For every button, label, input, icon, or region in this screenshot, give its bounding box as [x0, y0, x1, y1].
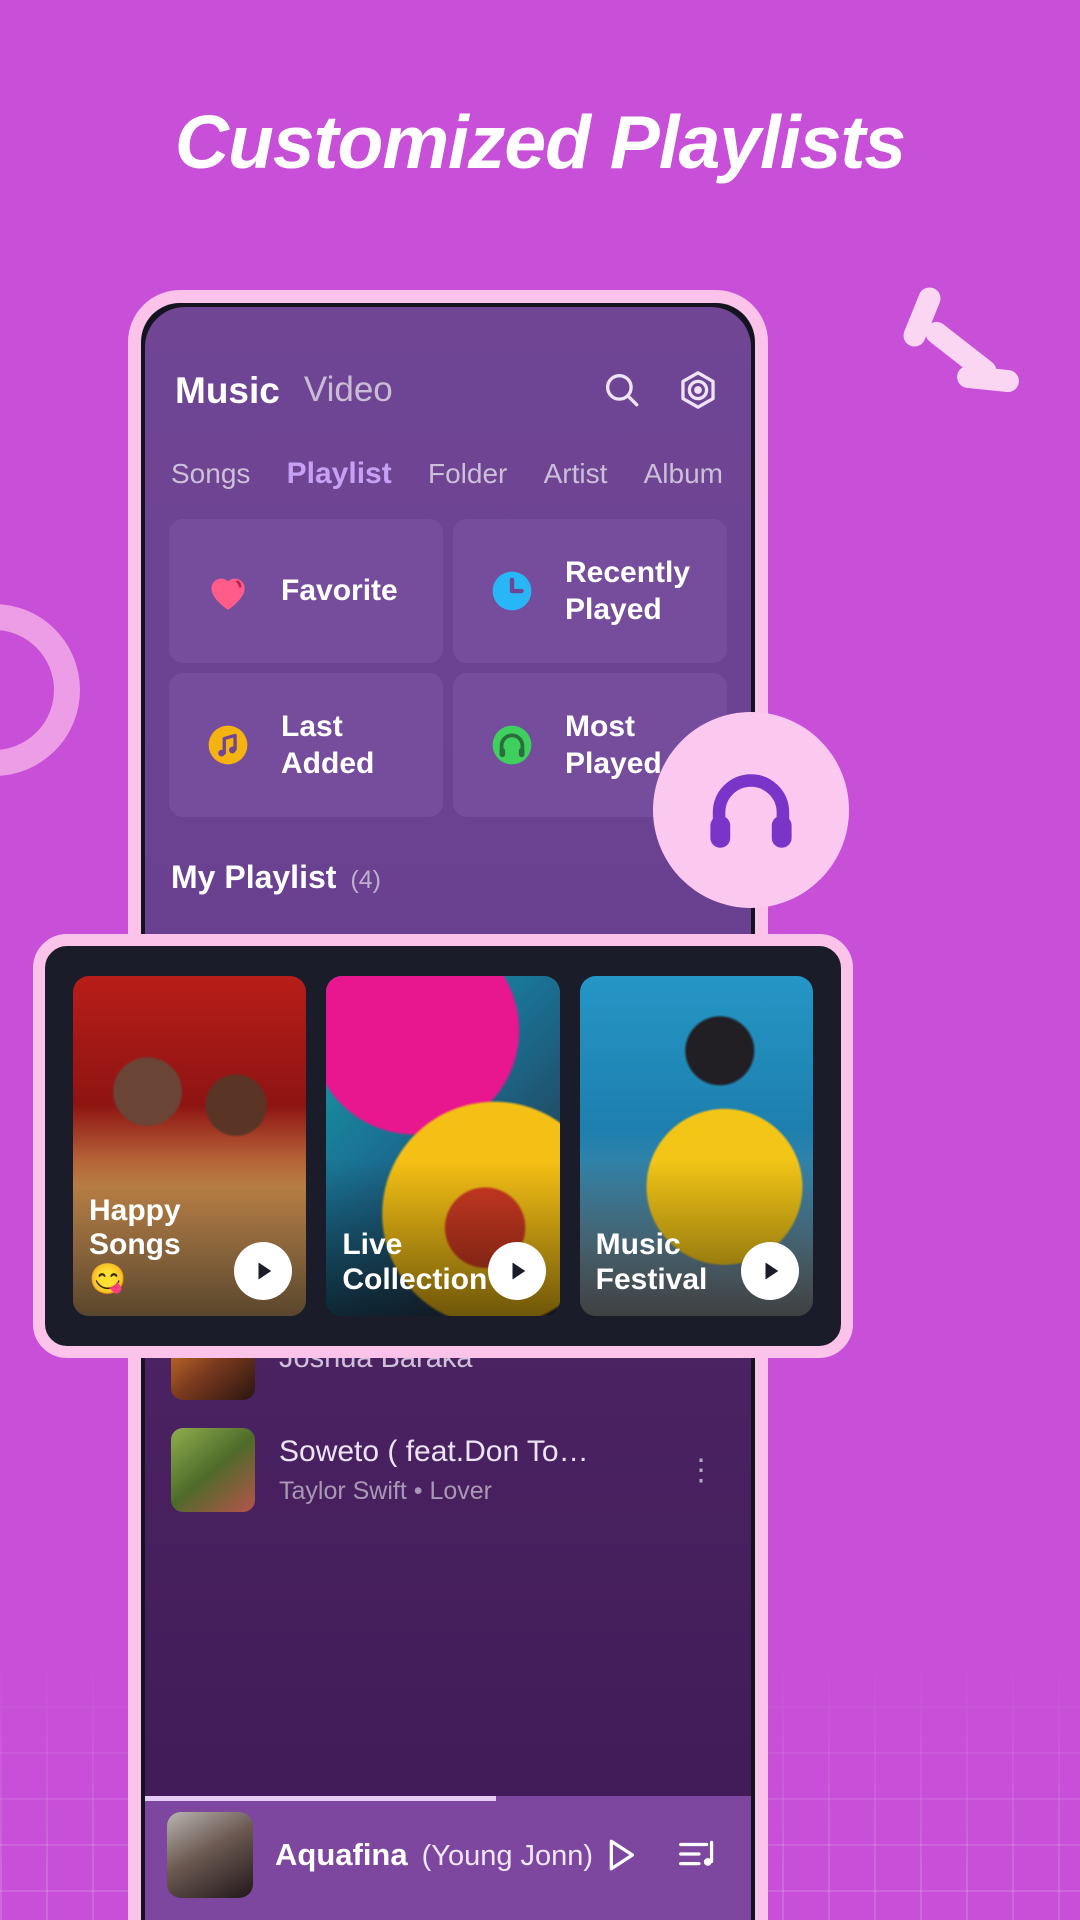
sparkle-line-icon	[956, 364, 1020, 394]
tab-music[interactable]: Music	[169, 372, 286, 415]
now-playing-bar[interactable]: Aquafina (Young Jonn)	[145, 1796, 751, 1920]
app-bar: Music Video	[145, 307, 751, 417]
my-playlist-count: (4)	[350, 866, 381, 894]
now-playing-title: Aquafina	[275, 1837, 408, 1872]
settings-hexagon-icon[interactable]	[671, 363, 725, 417]
play-icon[interactable]	[740, 1242, 799, 1300]
playlist-card-title: Live Collection	[342, 1228, 488, 1297]
more-vertical-icon[interactable]: ⋮	[678, 1453, 725, 1488]
music-note-circle-icon	[203, 720, 253, 770]
album-art-thumbnail	[171, 1428, 255, 1512]
song-subtitle: Taylor Swift • Lover	[279, 1476, 492, 1505]
playlist-queue-icon[interactable]	[669, 1827, 725, 1883]
now-playing-album-art	[167, 1812, 253, 1898]
quick-card-label: Last Added	[281, 709, 375, 781]
play-icon[interactable]	[487, 1242, 546, 1300]
tab-artist[interactable]: Artist	[544, 458, 608, 490]
song-title: Soweto ( feat.Don To…	[279, 1434, 589, 1468]
tab-video[interactable]: Video	[304, 370, 393, 410]
playlist-card-happy-songs[interactable]: Happy Songs 😋	[73, 976, 307, 1316]
tab-folder[interactable]: Folder	[428, 458, 507, 490]
playlist-cards-panel: Happy Songs 😋 Live Collection Music Fest…	[33, 934, 853, 1358]
quick-card-label: Recently Played	[565, 555, 691, 627]
play-icon[interactable]	[234, 1242, 293, 1300]
circle-ring-decoration	[0, 604, 80, 776]
headphone-badge	[653, 712, 849, 908]
song-meta: Soweto ( feat.Don To… Taylor Swift • Lov…	[279, 1435, 654, 1506]
tab-songs[interactable]: Songs	[171, 458, 250, 490]
quick-card-last-added[interactable]: Last Added	[169, 673, 443, 817]
quick-card-recently-played[interactable]: Recently Played	[453, 519, 727, 663]
playback-progress-bar[interactable]	[145, 1796, 497, 1801]
headphones-circle-icon	[487, 720, 537, 770]
playlist-card-title: Happy Songs 😋	[89, 1193, 181, 1297]
clock-icon	[487, 566, 537, 616]
tab-album[interactable]: Album	[644, 458, 723, 490]
playlist-card-title: Music Festival	[595, 1228, 708, 1297]
tab-playlist[interactable]: Playlist	[287, 457, 392, 491]
page-title: Customized Playlists	[174, 100, 906, 184]
quick-card-favorite[interactable]: Favorite	[169, 519, 443, 663]
now-playing-artist: (Young Jonn)	[421, 1840, 594, 1872]
playlist-card-music-festival[interactable]: Music Festival	[579, 976, 813, 1316]
now-playing-text: Aquafina (Young Jonn)	[275, 1837, 593, 1873]
quick-card-label: Favorite	[281, 574, 398, 608]
quick-access-grid: Favorite Recently Played Last Added Most…	[145, 491, 751, 817]
list-item[interactable]: Soweto ( feat.Don To… Taylor Swift • Lov…	[171, 1414, 725, 1526]
heart-icon	[203, 566, 253, 616]
my-playlist-title: My Playlist	[171, 859, 337, 895]
category-tabs: Songs Playlist Folder Artist Album	[145, 417, 751, 491]
headphones-icon	[710, 774, 792, 848]
play-outline-icon[interactable]	[591, 1827, 647, 1883]
search-icon[interactable]	[595, 363, 649, 417]
playlist-card-live-collection[interactable]: Live Collection	[326, 976, 560, 1316]
